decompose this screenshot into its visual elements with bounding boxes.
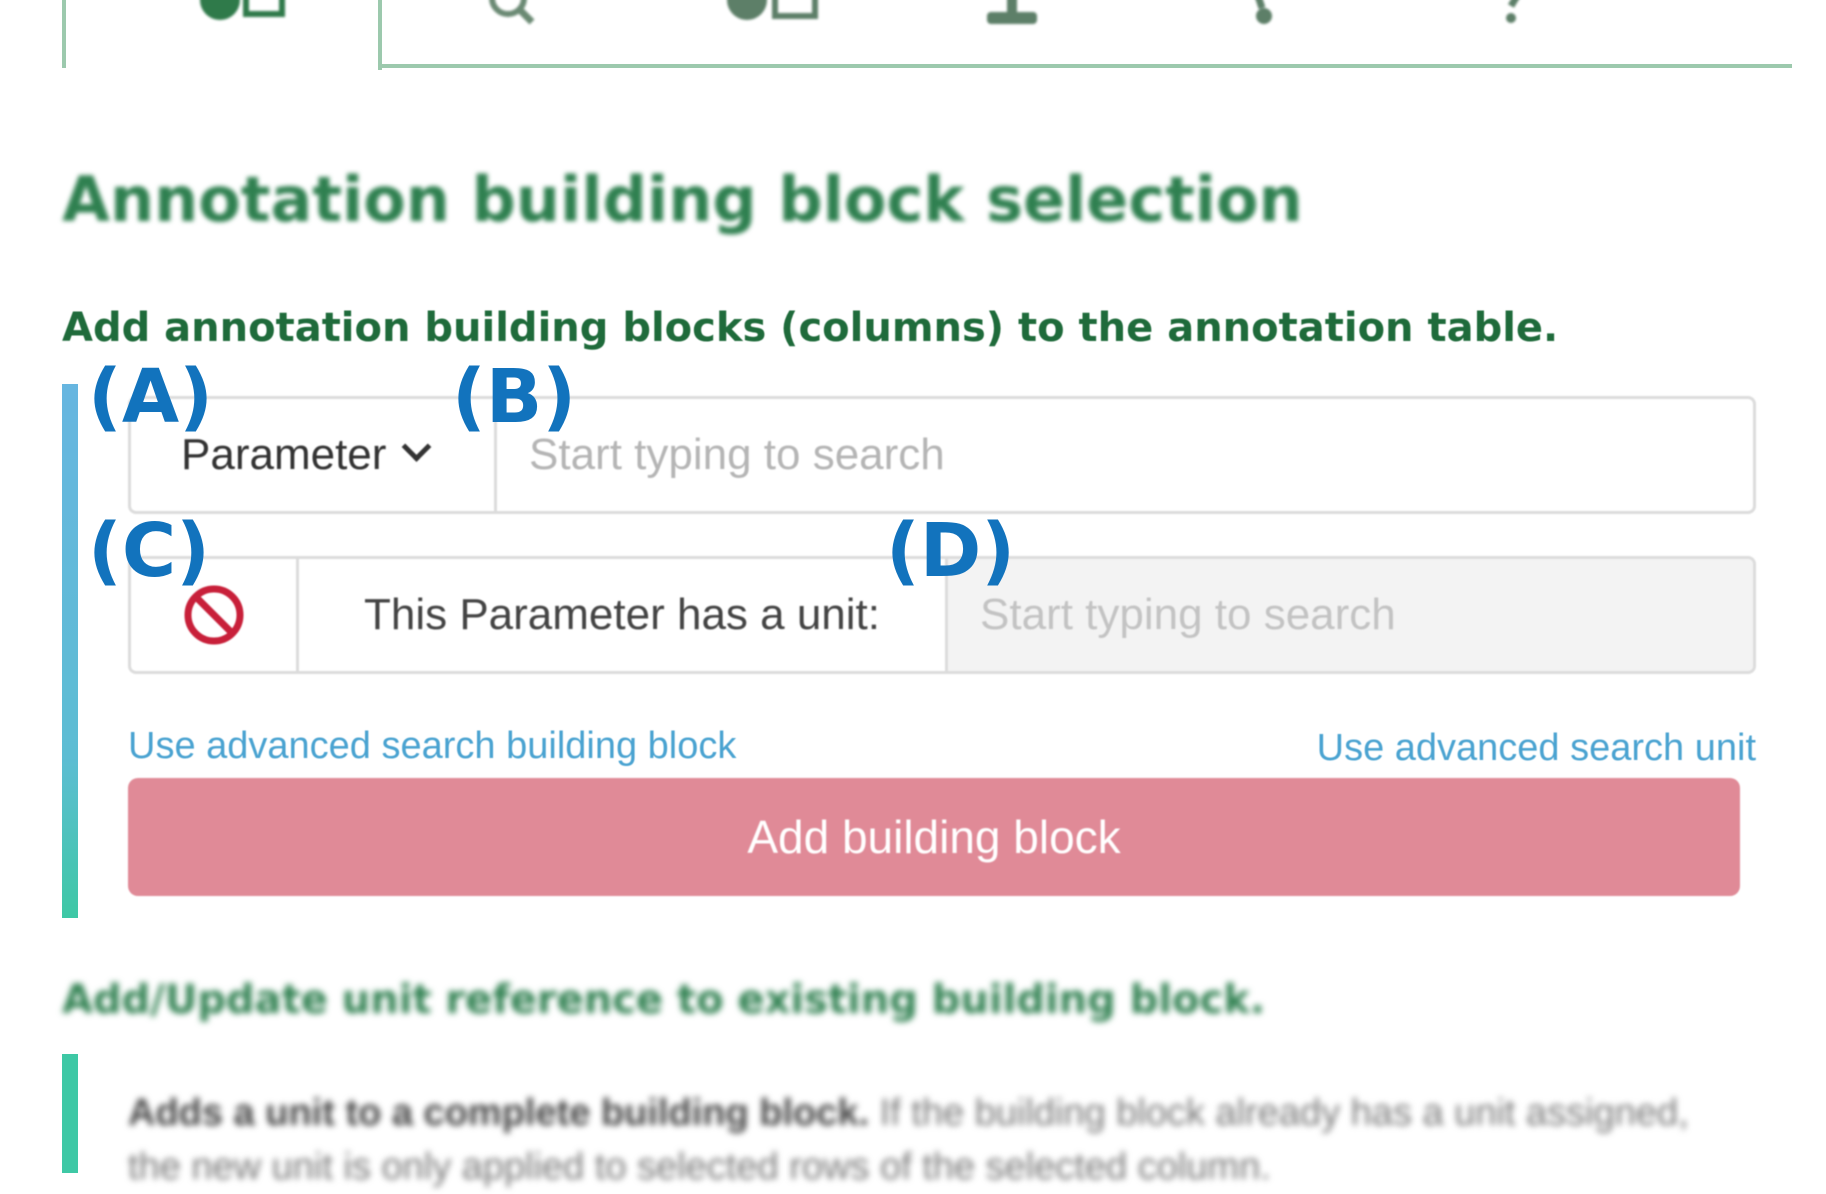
export-icon [987, 0, 1037, 24]
unit-update-accent-bar [62, 1054, 78, 1173]
unit-search-input[interactable] [948, 559, 1753, 671]
section-accent-bar [62, 384, 78, 918]
section-subtitle: Add annotation building blocks (columns)… [62, 305, 1559, 351]
chevron-down-icon [402, 431, 432, 462]
advanced-search-building-block-link[interactable]: Use advanced search building block [128, 722, 736, 770]
tab-bar [62, 0, 1792, 70]
tab-bar-bottom-border [378, 64, 1792, 68]
tab-add-table[interactable] [652, 0, 892, 32]
unit-update-description-bold: Adds a unit to a complete building block… [128, 1092, 870, 1134]
tab-search[interactable] [392, 0, 632, 32]
panel-label-b: (B) [452, 354, 577, 440]
tab-add-building-block[interactable] [122, 0, 362, 32]
unit-label: This Parameter has a unit: [299, 559, 948, 671]
building-block-search-input[interactable] [497, 399, 1753, 511]
active-tab-border-right [378, 0, 382, 70]
panel-label-a: (A) [88, 354, 213, 440]
building-block-search-row: Parameter [128, 396, 1756, 514]
tab-export[interactable] [892, 0, 1132, 32]
add-building-block-button[interactable]: Add building block [128, 778, 1740, 896]
settings-icon [1255, 0, 1272, 24]
add-table-icon [727, 0, 818, 20]
add-building-block-icon [200, 0, 285, 20]
tab-settings[interactable] [1142, 0, 1382, 32]
tab-help[interactable] [1392, 0, 1632, 32]
page-title: Annotation building block selection [62, 163, 1303, 236]
advanced-search-unit-link[interactable]: Use advanced search unit [1317, 724, 1756, 772]
active-tab-border-left [62, 0, 66, 68]
search-icon [489, 0, 535, 25]
panel-label-d: (D) [886, 508, 1016, 594]
unit-update-section-title: Add/Update unit reference to existing bu… [62, 977, 1266, 1023]
unit-update-description: Adds a unit to a complete building block… [128, 1086, 1728, 1194]
panel-label-c: (C) [88, 508, 210, 594]
help-icon [1506, 0, 1519, 23]
